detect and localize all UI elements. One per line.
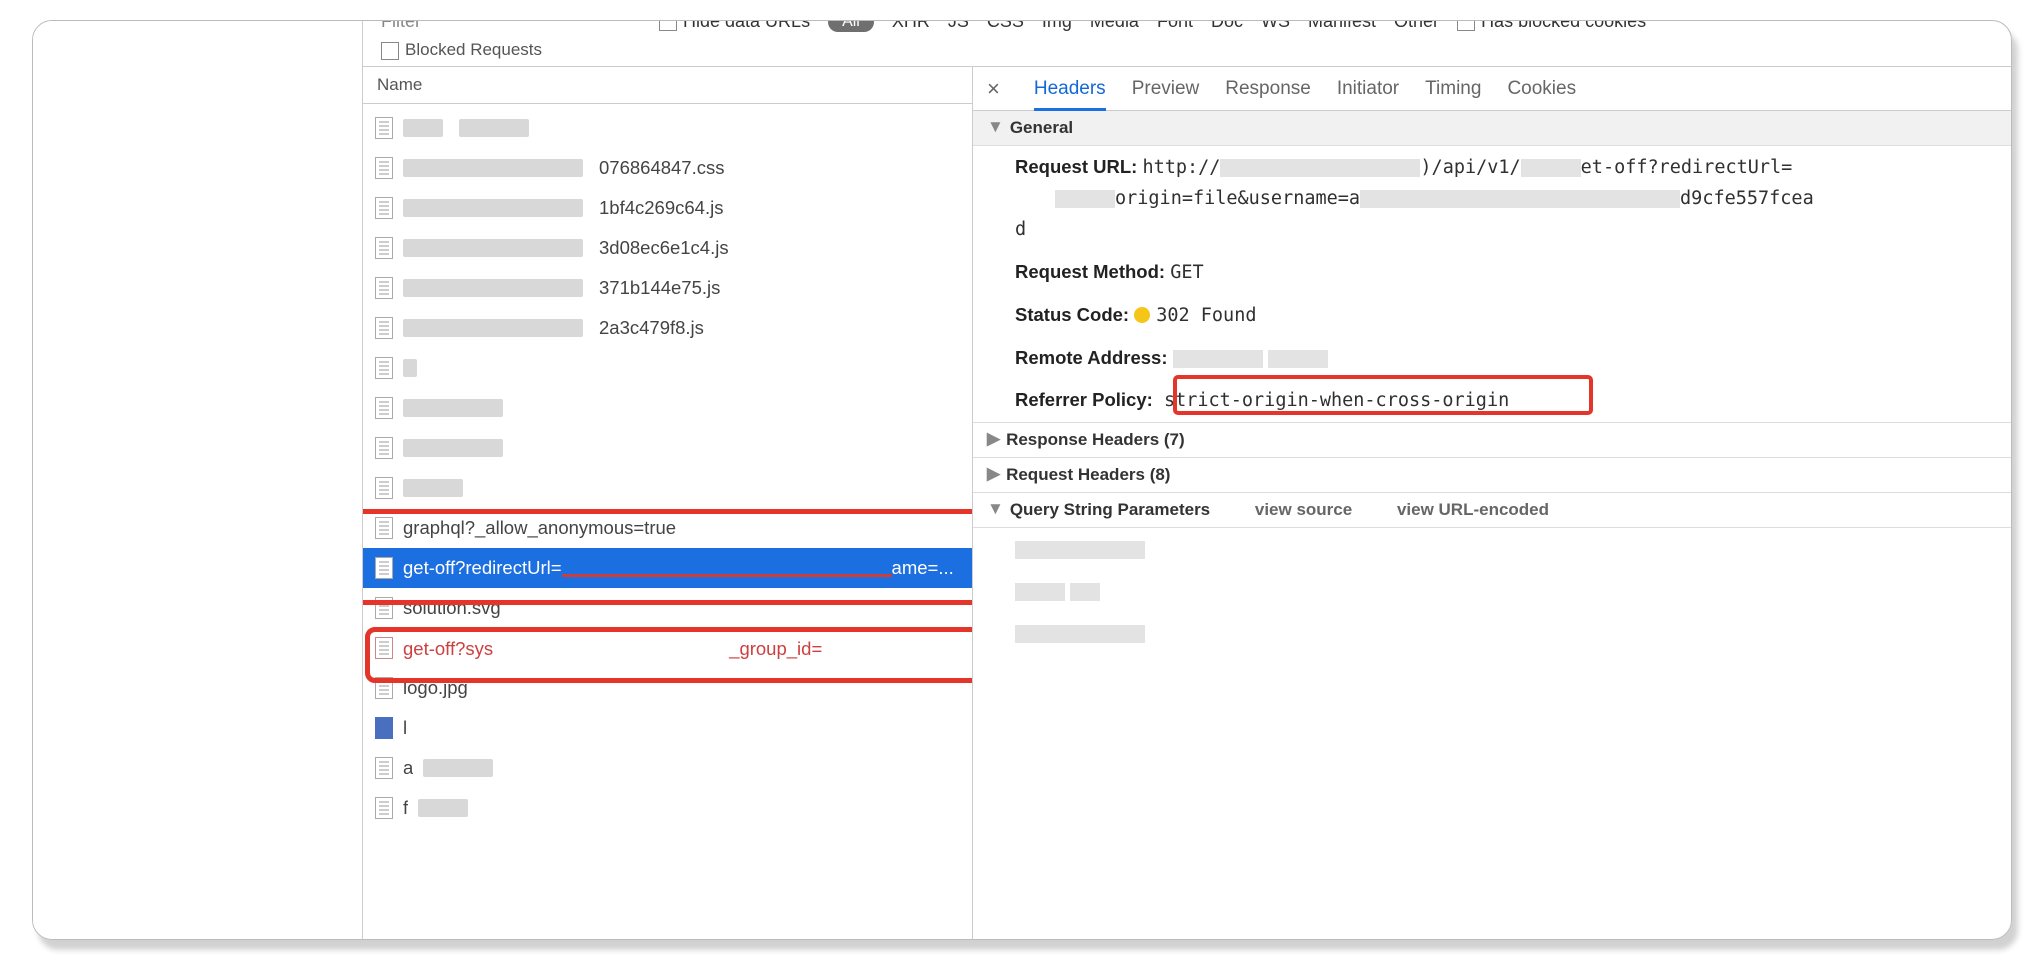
file-icon bbox=[375, 237, 393, 259]
network-toolbar: Filter Hide data URLs All XHR JS CSS Img… bbox=[363, 20, 2011, 67]
file-icon bbox=[375, 757, 393, 779]
file-icon bbox=[375, 677, 393, 699]
file-icon bbox=[375, 397, 393, 419]
file-icon bbox=[375, 117, 393, 139]
tab-preview[interactable]: Preview bbox=[1132, 78, 1200, 100]
filter-manifest[interactable]: Manifest bbox=[1308, 20, 1376, 32]
list-item[interactable] bbox=[363, 468, 972, 508]
file-icon bbox=[375, 277, 393, 299]
file-icon bbox=[375, 317, 393, 339]
qsp-row bbox=[973, 528, 2011, 570]
devtools-network-panel: Filter Hide data URLs All XHR JS CSS Img… bbox=[363, 21, 2011, 939]
referrer-policy: Referrer Policy: strict-origin-when-cros… bbox=[973, 379, 2011, 422]
list-item[interactable] bbox=[363, 108, 972, 148]
file-icon bbox=[375, 557, 393, 579]
hide-data-urls-checkbox[interactable]: Hide data URLs bbox=[659, 20, 810, 32]
tab-initiator[interactable]: Initiator bbox=[1337, 78, 1399, 100]
list-item-graphql[interactable]: graphql?_allow_anonymous=true bbox=[363, 508, 972, 548]
view-source-link[interactable]: view source bbox=[1255, 500, 1352, 519]
file-icon bbox=[375, 477, 393, 499]
left-gutter bbox=[33, 21, 363, 939]
filter-doc[interactable]: Doc bbox=[1211, 20, 1243, 32]
request-method: Request Method: GET bbox=[973, 251, 2011, 294]
filter-all[interactable]: All bbox=[828, 20, 874, 32]
filter-input[interactable]: Filter bbox=[381, 20, 641, 32]
filter-img[interactable]: Img bbox=[1042, 20, 1072, 32]
list-item[interactable]: 2a3c479f8.js bbox=[363, 308, 972, 348]
filter-xhr[interactable]: XHR bbox=[892, 20, 930, 32]
list-item[interactable]: 3d08ec6e1c4.js bbox=[363, 228, 972, 268]
request-url: Request URL: http://)/api/v1/et-off?redi… bbox=[973, 146, 2011, 251]
file-icon bbox=[375, 797, 393, 819]
status-code: Status Code: 302 Found bbox=[973, 294, 2011, 337]
resource-icon bbox=[375, 717, 393, 739]
list-item[interactable]: 1bf4c269c64.js bbox=[363, 188, 972, 228]
list-item[interactable] bbox=[363, 388, 972, 428]
filter-ws[interactable]: WS bbox=[1261, 20, 1290, 32]
list-item[interactable]: l bbox=[363, 708, 972, 748]
file-icon bbox=[375, 157, 393, 179]
list-item[interactable]: f bbox=[363, 788, 972, 828]
list-item[interactable] bbox=[363, 348, 972, 388]
filter-media[interactable]: Media bbox=[1090, 20, 1139, 32]
status-dot-icon bbox=[1134, 307, 1150, 323]
tab-timing[interactable]: Timing bbox=[1425, 78, 1481, 100]
has-blocked-cookies-checkbox[interactable]: Has blocked cookies bbox=[1457, 20, 1646, 32]
filter-css[interactable]: CSS bbox=[987, 20, 1024, 32]
filter-js[interactable]: JS bbox=[948, 20, 969, 32]
file-icon bbox=[375, 437, 393, 459]
qsp-row bbox=[973, 612, 2011, 654]
view-url-encoded-link[interactable]: view URL-encoded bbox=[1397, 500, 1549, 519]
section-query-string[interactable]: ▼Query String Parameters view source vie… bbox=[973, 493, 2011, 528]
filter-font[interactable]: Font bbox=[1157, 20, 1193, 32]
list-item-selected[interactable]: get-off?redirectUrl=ame=... bbox=[363, 548, 972, 588]
tab-cookies[interactable]: Cookies bbox=[1507, 78, 1576, 100]
list-item-error[interactable]: get-off?sys_group_id= bbox=[363, 628, 972, 668]
list-item[interactable]: a bbox=[363, 748, 972, 788]
name-header[interactable]: Name bbox=[363, 67, 972, 104]
list-item[interactable]: solution.svg bbox=[363, 588, 972, 628]
file-icon bbox=[375, 197, 393, 219]
file-icon bbox=[375, 357, 393, 379]
close-icon[interactable]: × bbox=[979, 76, 1008, 102]
request-details: × Headers Preview Response Initiator Tim… bbox=[973, 67, 2011, 939]
list-item[interactable]: 076864847.css bbox=[363, 148, 972, 188]
file-icon bbox=[375, 597, 393, 619]
list-item[interactable]: logo.jpg bbox=[363, 668, 972, 708]
qsp-row bbox=[973, 570, 2011, 612]
filter-other[interactable]: Other bbox=[1394, 20, 1439, 32]
section-response-headers[interactable]: ▶Response Headers (7) bbox=[973, 422, 2011, 458]
request-name-column: Name 076864847.css 1bf4c269c64.js 3d08ec… bbox=[363, 67, 973, 939]
file-icon bbox=[375, 517, 393, 539]
file-icon bbox=[375, 637, 393, 659]
blocked-requests-checkbox[interactable]: Blocked Requests bbox=[381, 40, 542, 59]
details-tabs: × Headers Preview Response Initiator Tim… bbox=[973, 67, 2011, 111]
list-item[interactable] bbox=[363, 428, 972, 468]
section-request-headers[interactable]: ▶Request Headers (8) bbox=[973, 458, 2011, 493]
section-general[interactable]: ▼General bbox=[973, 111, 2011, 146]
tab-response[interactable]: Response bbox=[1225, 78, 1311, 100]
remote-address: Remote Address: bbox=[973, 337, 2011, 379]
tab-headers[interactable]: Headers bbox=[1034, 78, 1106, 111]
list-item[interactable]: 371b144e75.js bbox=[363, 268, 972, 308]
